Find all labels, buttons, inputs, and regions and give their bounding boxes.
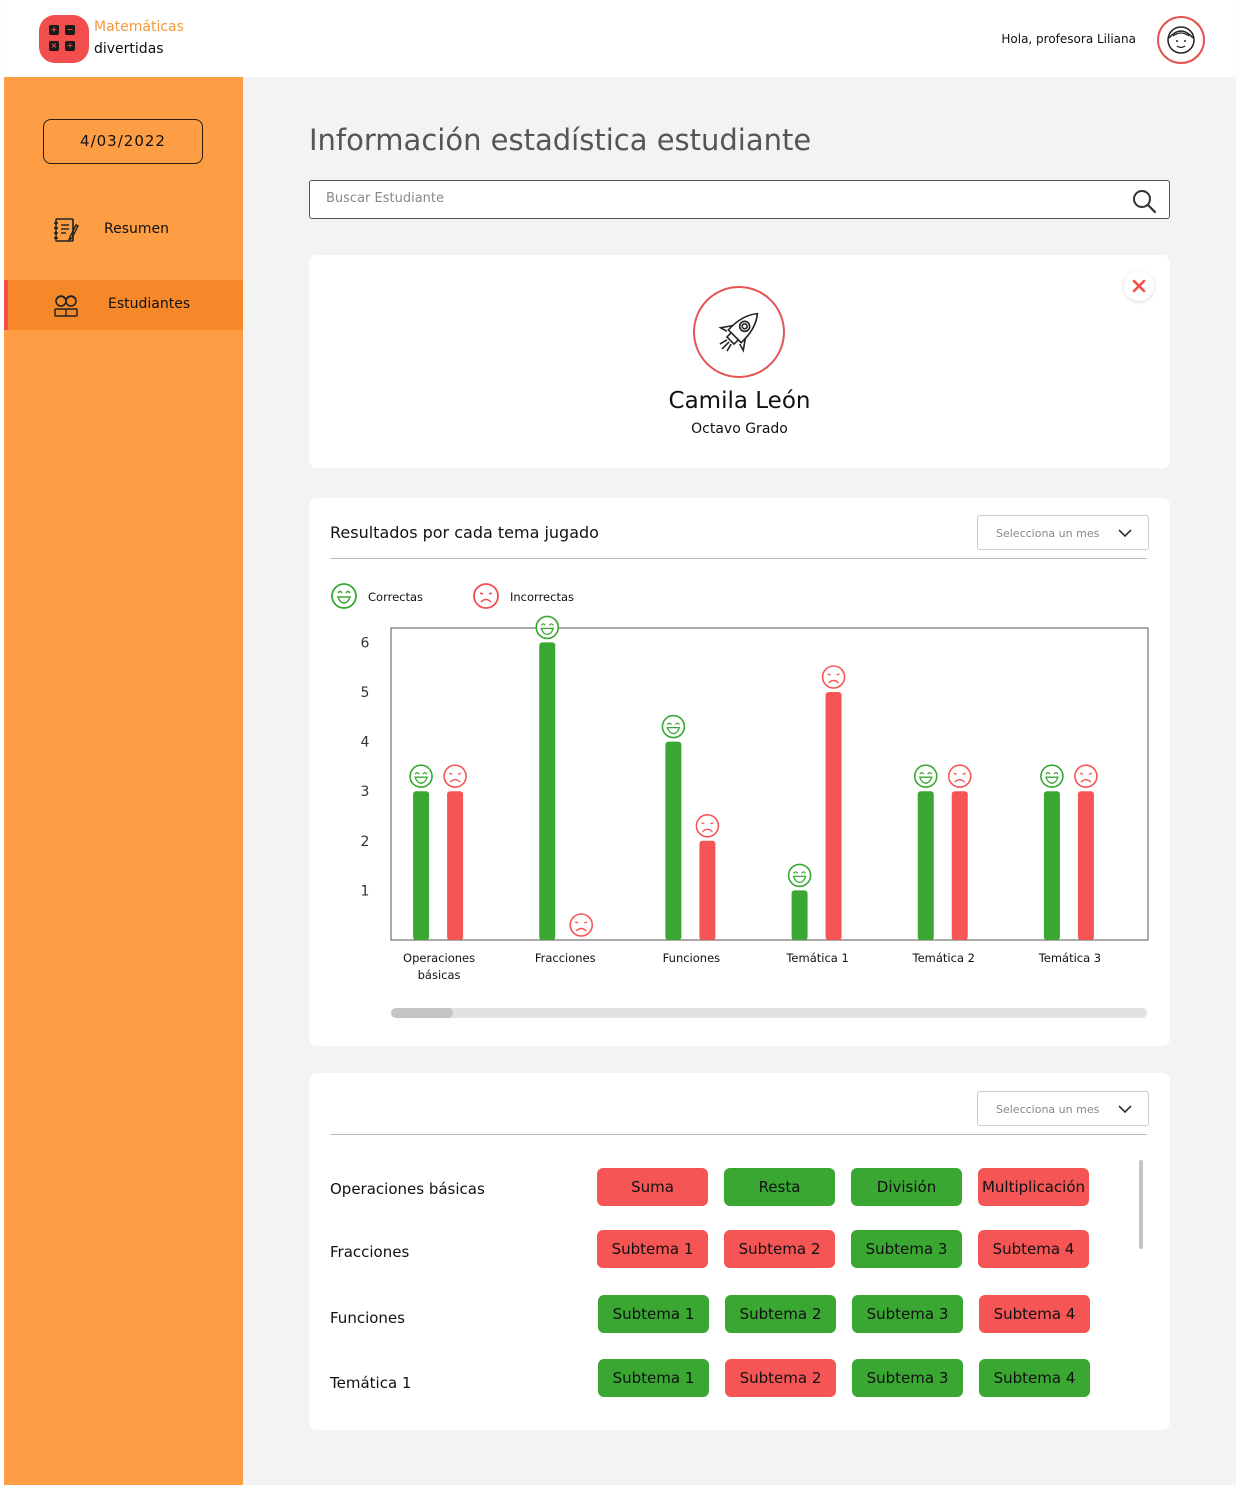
subtopic-chip[interactable]: Subtema 2	[724, 1230, 835, 1268]
subtopic-chip[interactable]: Subtema 4	[979, 1359, 1090, 1397]
brand-name-line2: divertidas	[94, 41, 164, 57]
student-grade: Octavo Grado	[691, 421, 788, 437]
search-icon[interactable]	[1131, 188, 1157, 214]
chevron-down-icon	[1118, 1105, 1132, 1114]
happy-face-icon	[535, 615, 560, 640]
topics-scrollbar[interactable]	[1139, 1160, 1143, 1249]
close-button[interactable]	[1124, 271, 1154, 301]
results-bar-chart: 1 2 3 4 5 6 Operaciones básicas Fracciones Funcio…	[361, 615, 1149, 982]
topic-name: Funciones	[330, 1309, 405, 1327]
sad-face-icon	[947, 764, 972, 789]
happy-face-icon	[409, 764, 433, 789]
page-title: Información estadística estudiante	[309, 123, 812, 157]
subtopic-chip[interactable]: Subtema 4	[979, 1295, 1090, 1333]
sad-face-icon	[569, 913, 594, 937]
happy-face-icon	[1040, 764, 1064, 789]
sidebar: 4/03/2022 Resumen Estudiantes	[4, 77, 243, 1485]
topic-row: Funciones Subtema 1 Subtema 2 Subtema 3 …	[330, 1295, 1130, 1335]
subtopic-chip[interactable]: Subtema 1	[597, 1230, 708, 1268]
subtopic-chip[interactable]: Resta	[724, 1168, 835, 1206]
subtopic-chip[interactable]: Subtema 4	[978, 1230, 1089, 1268]
chart-scrollbar-thumb[interactable]	[391, 1008, 453, 1018]
sad-face-icon	[821, 665, 846, 689]
bar-incorrect	[951, 791, 968, 940]
subtopic-chip[interactable]: Subtema 3	[852, 1295, 963, 1333]
y-tick-label: 5	[361, 685, 370, 701]
sad-face-icon	[1074, 764, 1098, 789]
search-bar	[309, 180, 1170, 219]
students-icon	[54, 295, 78, 317]
sidebar-item-label: Resumen	[104, 221, 170, 237]
search-input[interactable]	[326, 191, 1106, 206]
x-tick-label: Temática 2	[912, 951, 975, 965]
teacher-avatar-icon[interactable]	[1157, 16, 1205, 64]
bar-correct	[791, 890, 808, 940]
sidebar-item-label: Estudiantes	[108, 296, 191, 312]
x-tick-label: Fracciones	[535, 951, 596, 965]
x-tick-label: Temática 1	[785, 951, 848, 965]
bar-correct	[1043, 791, 1060, 940]
chart-plot-area	[390, 627, 1149, 941]
student-profile-card: Camila León Octavo Grado	[309, 255, 1170, 468]
y-tick-label: 2	[361, 834, 370, 850]
subtopic-chip[interactable]: Multiplicación	[978, 1168, 1089, 1206]
sidebar-item-resumen[interactable]: Resumen	[4, 205, 243, 255]
topic-name: Fracciones	[330, 1243, 410, 1261]
x-tick-label: Operaciones	[403, 951, 475, 965]
subtopic-chip[interactable]: Subtema 1	[598, 1359, 709, 1397]
chart-scrollbar[interactable]	[391, 1008, 1147, 1018]
subtopic-chip[interactable]: Subtema 2	[725, 1295, 836, 1333]
x-tick-label: Funciones	[663, 951, 720, 965]
x-tick-label: Temática 3	[1038, 951, 1101, 965]
y-tick-label: 3	[361, 784, 370, 800]
notebook-icon	[54, 218, 79, 242]
topic-row: Temática 1 Subtema 1 Subtema 2 Subtema 3…	[330, 1359, 1130, 1399]
topic-name: Operaciones básicas	[330, 1180, 485, 1198]
top-header: + − × ÷ Matemáticas divertidas Hola, pro…	[4, 0, 1236, 77]
bar-incorrect	[447, 791, 464, 940]
date-display[interactable]: 4/03/2022	[43, 119, 203, 164]
topic-name: Temática 1	[330, 1374, 412, 1392]
subtopic-chip[interactable]: División	[851, 1168, 962, 1206]
subtopic-chip[interactable]: Subtema 2	[725, 1359, 836, 1397]
month-select[interactable]: Selecciona un mes	[977, 1091, 1149, 1126]
user-greeting: Hola, profesora Liliana	[1001, 32, 1136, 46]
y-tick-label: 4	[361, 735, 370, 751]
bar-correct	[413, 791, 430, 940]
sad-face-icon	[443, 764, 467, 789]
subtopic-chip[interactable]: Subtema 1	[598, 1295, 709, 1333]
month-select-label: Selecciona un mes	[996, 1103, 1100, 1116]
happy-face-icon	[913, 764, 938, 789]
subtopic-chip[interactable]: Subtema 3	[851, 1230, 962, 1268]
bar-incorrect	[699, 840, 716, 940]
sidebar-item-estudiantes[interactable]: Estudiantes	[4, 280, 243, 330]
main-content: Información estadística estudiante Busca…	[243, 77, 1236, 1485]
brand-name-line1: Matemáticas	[94, 19, 184, 35]
sad-face-icon	[695, 813, 720, 838]
bar-incorrect	[1077, 791, 1094, 940]
student-name: Camila León	[668, 388, 811, 414]
bar-correct	[539, 642, 556, 940]
results-chart-card: Resultados por cada tema jugado Seleccio…	[309, 498, 1170, 1046]
topics-card: Selecciona un mes Operaciones básicas Su…	[309, 1073, 1170, 1430]
x-tick-label: básicas	[418, 968, 461, 982]
topic-row: Fracciones Subtema 1 Subtema 2 Subtema 3…	[330, 1230, 1130, 1270]
rocket-icon	[693, 286, 785, 378]
calculator-icon[interactable]: + − × ÷	[39, 15, 89, 63]
happy-face-icon	[661, 714, 686, 739]
close-icon	[1132, 279, 1146, 293]
bar-correct	[665, 741, 682, 940]
bar-incorrect	[825, 692, 842, 940]
y-tick-label: 1	[361, 883, 370, 899]
divider	[330, 1134, 1147, 1135]
subtopic-chip[interactable]: Suma	[597, 1168, 708, 1206]
subtopic-chip[interactable]: Subtema 3	[852, 1359, 963, 1397]
bar-correct	[917, 791, 934, 940]
happy-face-icon	[787, 863, 812, 888]
y-tick-label: 6	[361, 635, 370, 651]
topic-row: Operaciones básicas Suma Resta División …	[330, 1168, 1130, 1208]
